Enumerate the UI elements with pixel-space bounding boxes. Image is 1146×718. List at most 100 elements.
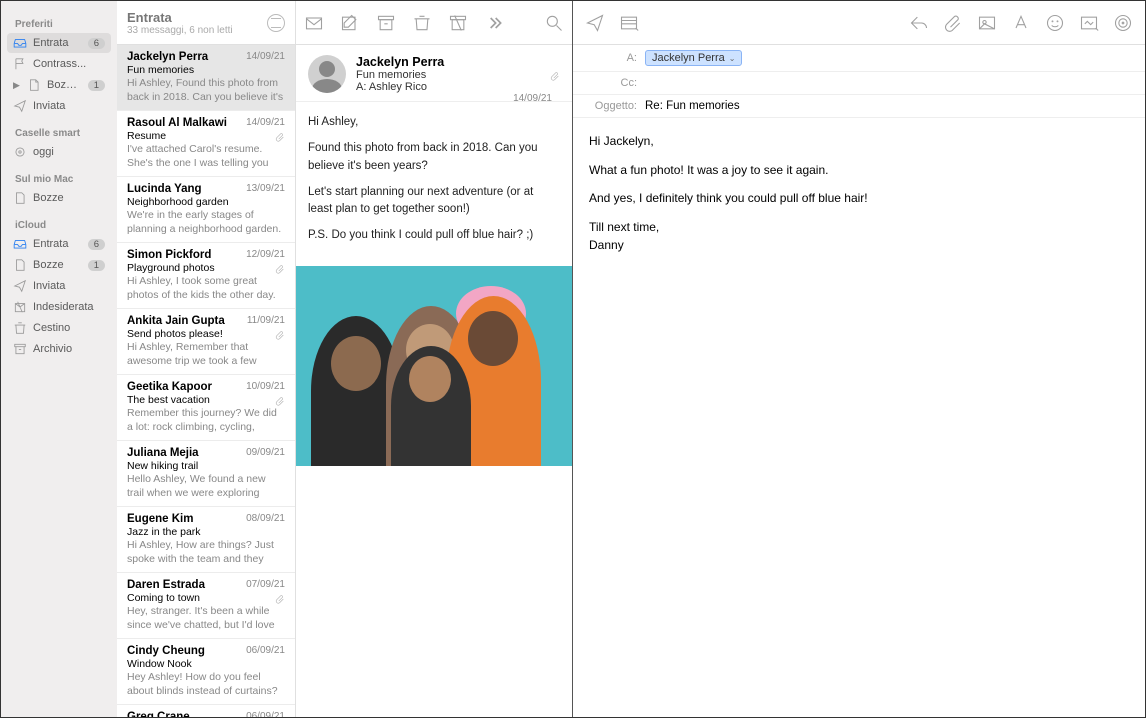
- message-row[interactable]: Geetika Kapoor10/09/21The best vacationR…: [117, 375, 295, 441]
- message-row[interactable]: Ankita Jain Gupta11/09/21Send photos ple…: [117, 309, 295, 375]
- cc-label: Cc:: [585, 77, 637, 89]
- msg-subject: Neighborhood garden: [127, 196, 285, 208]
- reply-icon[interactable]: [909, 13, 929, 33]
- compose-body[interactable]: Hi Jackelyn, What a fun photo! It was a …: [573, 118, 1145, 279]
- msg-date: 06/09/21: [246, 711, 285, 717]
- sidebar-item-inbox[interactable]: Entrata 6: [7, 33, 111, 53]
- msg-from: Rasoul Al Malkawi: [127, 117, 227, 129]
- msg-from: Greg Crane: [127, 711, 190, 717]
- msg-subject: Window Nook: [127, 658, 285, 670]
- paperclip-icon: [275, 594, 285, 604]
- search-icon[interactable]: [544, 13, 564, 33]
- message-row[interactable]: Simon Pickford12/09/21Playground photosH…: [117, 243, 295, 309]
- badge: 6: [88, 38, 105, 49]
- msg-preview: Hi Ashley, How are things? Just spoke wi…: [127, 539, 285, 565]
- message-body: Hi Ashley, Found this photo from back in…: [296, 102, 572, 266]
- message-row[interactable]: Lucinda Yang13/09/21Neighborhood gardenW…: [117, 177, 295, 243]
- sidebar-item-label: Bozze: [33, 192, 105, 204]
- sidebar-item-today[interactable]: oggi: [7, 142, 111, 162]
- sidebar-item-label: Inviata: [33, 100, 105, 112]
- inbox-icon: [13, 36, 27, 50]
- list-header: Entrata 33 messaggi, 6 non letti: [117, 1, 295, 45]
- more-icon[interactable]: [484, 13, 504, 33]
- sidebar-item-label: Archivio: [33, 343, 105, 355]
- markup-icon[interactable]: [1113, 13, 1133, 33]
- message-row[interactable]: Eugene Kim08/09/21Jazz in the parkHi Ash…: [117, 507, 295, 573]
- reading-pane: Jackelyn Perra Fun memories A: Ashley Ri…: [296, 1, 573, 717]
- msg-date: 09/09/21: [246, 447, 285, 459]
- compose-icon[interactable]: [340, 13, 360, 33]
- msg-from: Ankita Jain Gupta: [127, 315, 225, 327]
- message-row[interactable]: Greg Crane06/09/21New ways to take your …: [117, 705, 295, 717]
- body-line: P.S. Do you think I could pull off blue …: [308, 227, 560, 244]
- sidebar-item-icloud-junk[interactable]: Indesiderata: [7, 297, 111, 317]
- format-icon[interactable]: [1011, 13, 1031, 33]
- message-row[interactable]: Rasoul Al Malkawi 14/09/21ResumeI've atta…: [117, 111, 295, 177]
- msg-date: 14/09/21: [246, 51, 285, 63]
- msg-date: 06/09/21: [246, 645, 285, 657]
- message-subject: Fun memories: [356, 69, 560, 81]
- compose-subject-row[interactable]: Oggetto: Re: Fun memories: [573, 95, 1145, 118]
- sidebar-item-label: Inviata: [33, 280, 105, 292]
- paperclip-icon: [550, 71, 560, 81]
- body-line: Hi Jackelyn,: [589, 132, 1129, 151]
- sent-icon: [13, 99, 27, 113]
- sidebar-item-icloud-archive[interactable]: Archivio: [7, 339, 111, 359]
- sidebar-item-icloud-trash[interactable]: Cestino: [7, 318, 111, 338]
- body-line: Found this photo from back in 2018. Can …: [308, 140, 560, 175]
- chevron-right-icon: ▶: [13, 80, 23, 91]
- sidebar-item-sent[interactable]: Inviata: [7, 96, 111, 116]
- msg-date: 14/09/21: [246, 117, 285, 129]
- sidebar-item-drafts-all[interactable]: ▶ Bozze (t... 1: [7, 75, 111, 95]
- sidebar-item-label: oggi: [33, 146, 105, 158]
- message-row[interactable]: Jackelyn Perra14/09/21Fun memoriesHi Ash…: [117, 45, 295, 111]
- message-row[interactable]: Juliana Mejia09/09/21New hiking trailHel…: [117, 441, 295, 507]
- msg-date: 12/09/21: [246, 249, 285, 261]
- body-line: Till next time,: [589, 218, 1129, 237]
- envelope-icon[interactable]: [304, 13, 324, 33]
- paperclip-icon: [275, 396, 285, 406]
- msg-preview: Hello Ashley, We found a new trail when …: [127, 473, 285, 499]
- message-header: Jackelyn Perra Fun memories A: Ashley Ri…: [296, 45, 572, 102]
- msg-preview: I've attached Carol's resume. She's the …: [127, 143, 285, 169]
- to-label: A:: [585, 52, 637, 64]
- mailbox-subtitle: 33 messaggi, 6 non letti: [127, 25, 233, 36]
- attachment-image[interactable]: [296, 266, 572, 466]
- message-list[interactable]: Jackelyn Perra14/09/21Fun memoriesHi Ash…: [117, 45, 295, 717]
- send-icon[interactable]: [585, 13, 605, 33]
- message-from: Jackelyn Perra: [356, 55, 560, 69]
- message-row[interactable]: Daren Estrada07/09/21Coming to townHey, …: [117, 573, 295, 639]
- emoji-icon[interactable]: [1045, 13, 1065, 33]
- sidebar-item-label: Contrass...: [33, 58, 105, 70]
- document-icon: [13, 191, 27, 205]
- msg-subject: The best vacation: [127, 394, 285, 406]
- msg-subject: Resume: [127, 130, 285, 142]
- sidebar-item-label: Bozze (t...: [47, 79, 82, 91]
- compose-to-row[interactable]: A: Jackelyn Perra⌄: [573, 45, 1145, 72]
- compose-cc-row[interactable]: Cc:: [573, 72, 1145, 95]
- sidebar-item-local-drafts[interactable]: Bozze: [7, 188, 111, 208]
- photo-icon[interactable]: [977, 13, 997, 33]
- msg-from: Geetika Kapoor: [127, 381, 212, 393]
- sidebar-item-flagged[interactable]: Contrass...: [7, 54, 111, 74]
- mailbox-sidebar: Preferiti Entrata 6 Contrass... ▶ Bozze …: [1, 1, 117, 717]
- sidebar-item-label: Indesiderata: [33, 301, 105, 313]
- header-fields-icon[interactable]: [619, 13, 639, 33]
- junk-icon[interactable]: [448, 13, 468, 33]
- document-icon: [13, 258, 27, 272]
- filter-icon[interactable]: [267, 14, 285, 32]
- sidebar-item-icloud-sent[interactable]: Inviata: [7, 276, 111, 296]
- media-browser-icon[interactable]: [1079, 13, 1099, 33]
- archive-icon[interactable]: [376, 13, 396, 33]
- sidebar-item-icloud-inbox[interactable]: Entrata 6: [7, 234, 111, 254]
- body-line: And yes, I definitely think you could pu…: [589, 189, 1129, 208]
- recipient-pill[interactable]: Jackelyn Perra⌄: [645, 50, 742, 66]
- message-row[interactable]: Cindy Cheung06/09/21Window NookHey Ashle…: [117, 639, 295, 705]
- subject-label: Oggetto:: [585, 100, 637, 112]
- badge: 1: [88, 260, 105, 271]
- sender-avatar: [308, 55, 346, 93]
- trash-icon[interactable]: [412, 13, 432, 33]
- body-line: Hi Ashley,: [308, 114, 560, 131]
- paperclip-icon[interactable]: [943, 13, 963, 33]
- sidebar-item-icloud-drafts[interactable]: Bozze 1: [7, 255, 111, 275]
